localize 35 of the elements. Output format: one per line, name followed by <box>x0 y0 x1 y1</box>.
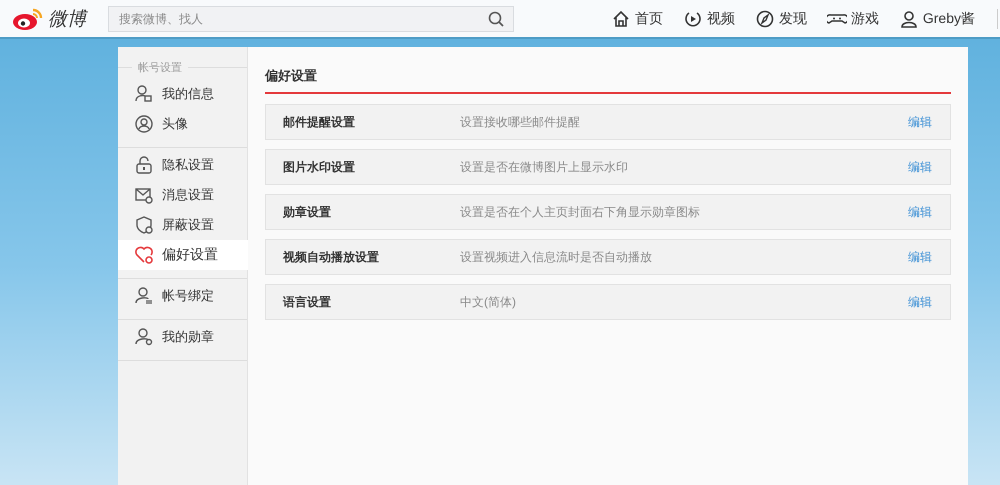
sidebar-item[interactable]: 隐私设置 <box>118 150 247 180</box>
user-icon <box>898 8 919 28</box>
setting-name: 语言设置 <box>282 294 332 310</box>
setting-description: 设置是否在个人主页封面右下角显示勋章图标 <box>460 204 701 220</box>
search-field[interactable]: 搜索微博、找人 <box>108 6 514 32</box>
nav-link[interactable]: 首页 <box>610 8 663 28</box>
group-label: 帐号设置 <box>138 61 182 75</box>
weibo-logo-icon <box>12 6 44 30</box>
setting-description: 设置接收哪些邮件提醒 <box>460 114 581 130</box>
nav-link[interactable]: 游戏 <box>826 8 879 28</box>
logo-text[interactable]: 微博 <box>48 6 86 32</box>
sidebar-item[interactable]: 帐号绑定 <box>118 281 247 311</box>
sidebar-item[interactable]: 消息设置 <box>118 180 247 210</box>
sidebar-item[interactable]: 我的勋章 <box>118 322 247 352</box>
setting-description: 中文(简体) <box>460 294 517 310</box>
home-icon <box>610 8 631 28</box>
lock-icon <box>134 155 154 175</box>
sidebar-item[interactable]: 屏蔽设置 <box>118 210 247 240</box>
setting-name: 邮件提醒设置 <box>282 114 356 130</box>
setting-name: 图片水印设置 <box>282 158 356 176</box>
nav-link[interactable]: Greby酱 <box>898 8 975 28</box>
nav-link[interactable]: 发现 <box>754 8 807 28</box>
search-icon[interactable] <box>488 10 504 26</box>
section-title: 偏好设置 <box>265 63 951 94</box>
setting-description: 设置视频进入信息流时是否自动播放 <box>460 248 653 266</box>
sidebar-item[interactable]: 头像 <box>118 109 247 139</box>
setting-name: 勋章设置 <box>282 204 332 220</box>
sidebar-item[interactable]: 偏好设置 <box>118 240 248 270</box>
user-card-icon <box>134 84 154 104</box>
compass-icon <box>754 8 775 28</box>
avatar-icon <box>134 114 154 134</box>
setting-description: 设置是否在微博图片上显示水印 <box>460 158 629 176</box>
setting-name: 视频自动播放设置 <box>282 248 380 266</box>
nav-link[interactable]: 视频 <box>682 8 735 28</box>
sidebar-item[interactable]: 我的信息 <box>118 79 247 109</box>
